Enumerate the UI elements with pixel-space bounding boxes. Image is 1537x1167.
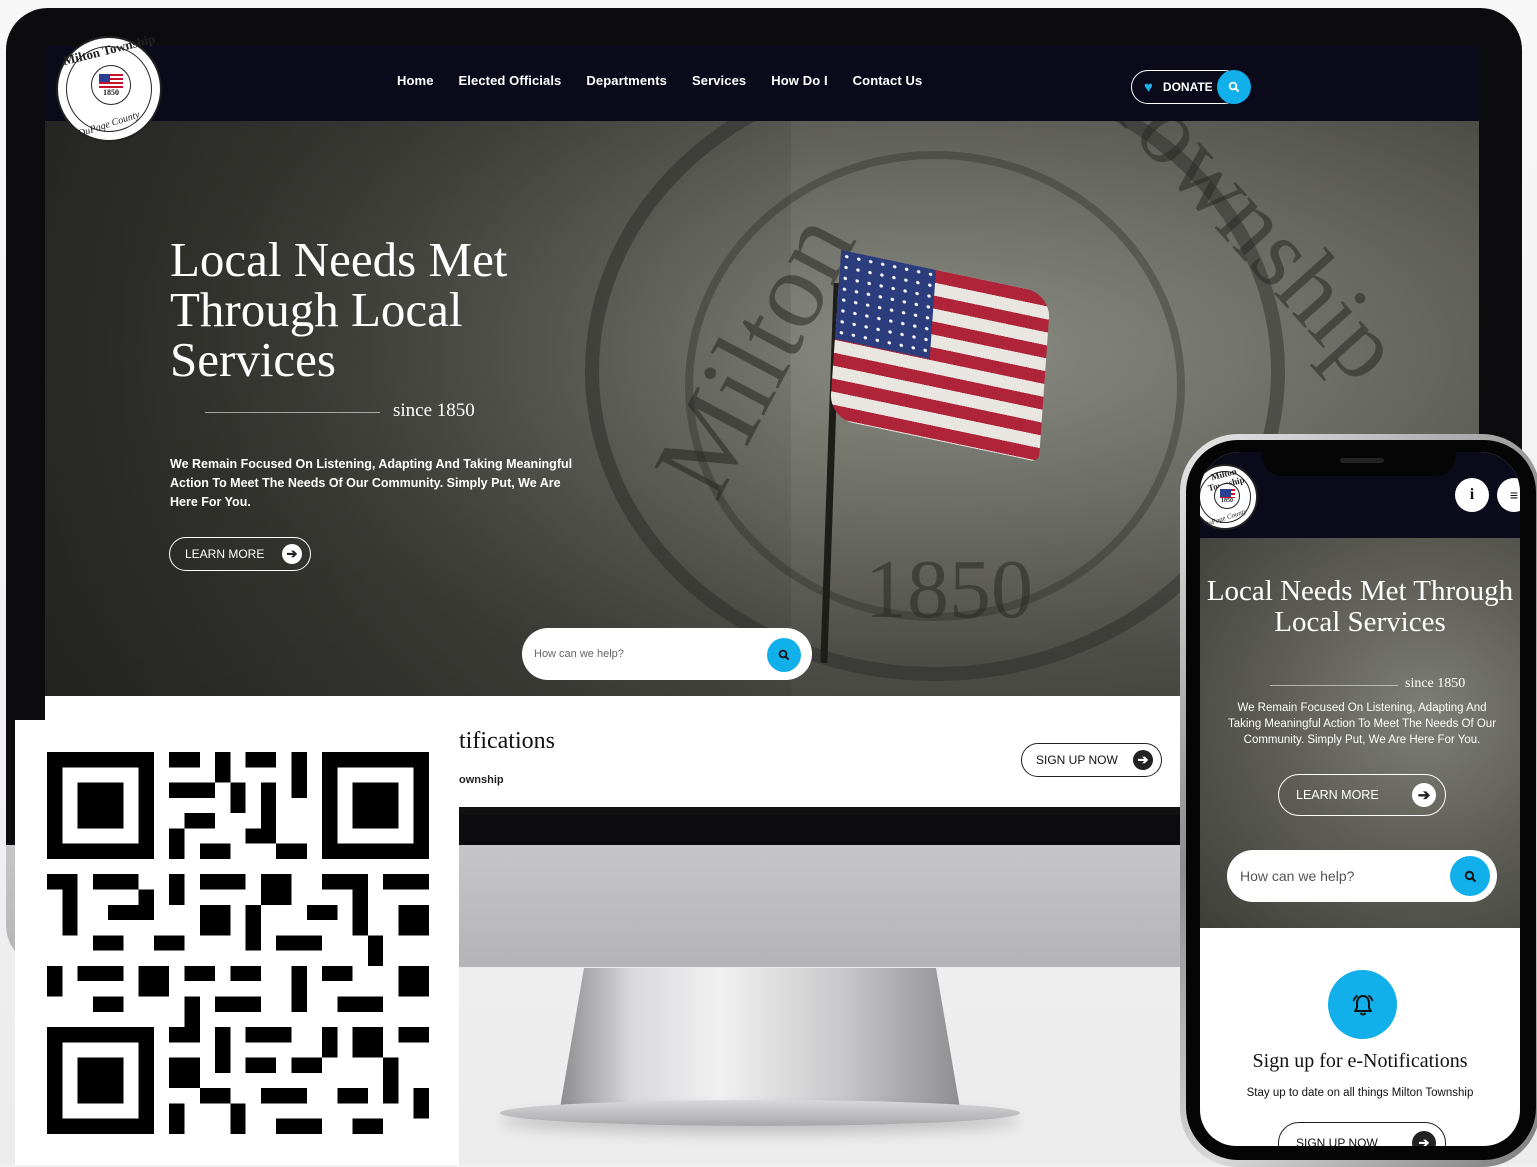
search-icon[interactable] xyxy=(1450,856,1490,896)
flag-icon xyxy=(1219,488,1235,498)
info-icon[interactable]: i xyxy=(1455,478,1489,512)
arrow-right-icon: ➔ xyxy=(1133,750,1153,770)
hero-since: since 1850 xyxy=(393,400,475,421)
sign-up-label: SIGN UP NOW xyxy=(1036,753,1118,767)
arrow-right-icon: ➔ xyxy=(1412,783,1436,807)
mobile-notification-subtitle: Stay up to date on all things Milton Tow… xyxy=(1246,1087,1474,1099)
mobile-sign-up-button[interactable]: SIGN UP NOW ➔ xyxy=(1278,1122,1446,1146)
search-icon[interactable] xyxy=(1217,70,1251,104)
nav-contact-us[interactable]: Contact Us xyxy=(853,73,923,88)
mobile-hero-title: Local Needs Met Through Local Services xyxy=(1206,575,1514,638)
learn-more-label: LEARN MORE xyxy=(185,547,265,561)
township-seal-logo[interactable]: Milton Township 1850 DuPage County xyxy=(56,31,162,142)
heart-icon: ♥ xyxy=(1144,78,1153,96)
notification-title: tifications xyxy=(459,728,555,754)
divider xyxy=(205,412,380,413)
learn-more-label: LEARN MORE xyxy=(1296,788,1379,802)
nav-departments[interactable]: Departments xyxy=(586,73,667,88)
mobile-notification-title: Sign up for e-Notifications xyxy=(1252,1050,1468,1072)
learn-more-button[interactable]: LEARN MORE ➔ xyxy=(169,537,311,571)
phone-screen: Milton Township 1850 DuPage County i ≡ L… xyxy=(1200,452,1520,1146)
phone-speaker xyxy=(1340,458,1384,463)
mobile-hero-description: We Remain Focused On Listening, Adapting… xyxy=(1227,702,1497,746)
bell-icon xyxy=(1328,970,1397,1039)
mobile-search-field[interactable]: How can we help? xyxy=(1227,850,1497,902)
mobile-hero: Local Needs Met Through Local Services s… xyxy=(1200,538,1520,928)
monitor-stand-base xyxy=(500,1100,1020,1126)
nav-elected-officials[interactable]: Elected Officials xyxy=(459,73,562,88)
mobile-hero-since: since 1850 xyxy=(1405,676,1466,691)
nav-services[interactable]: Services xyxy=(692,73,746,88)
seal-center: 1850 xyxy=(1214,483,1240,509)
flag-icon xyxy=(99,73,123,88)
sign-up-label: SIGN UP NOW xyxy=(1296,1136,1378,1146)
hero-title: Local Needs Met Through Local Services xyxy=(170,232,508,387)
nav-links: Home Elected Officials Departments Servi… xyxy=(397,73,922,88)
arrow-right-icon: ➔ xyxy=(282,544,302,564)
township-seal-logo[interactable]: Milton Township 1850 DuPage County xyxy=(1200,464,1258,530)
nav-home[interactable]: Home xyxy=(397,73,434,88)
seal-year: 1850 xyxy=(103,87,119,97)
search-placeholder: How can we help? xyxy=(534,648,624,660)
notification-subtitle: ownship xyxy=(459,774,504,786)
divider xyxy=(1270,685,1398,686)
menu-icon[interactable]: ≡ xyxy=(1497,478,1520,512)
mobile-learn-more-button[interactable]: LEARN MORE ➔ xyxy=(1278,774,1446,816)
qr-code xyxy=(47,752,429,1134)
search-icon[interactable] xyxy=(767,638,801,672)
hero-description: We Remain Focused On Listening, Adapting… xyxy=(170,457,573,509)
desktop-nav-bar: Home Elected Officials Departments Servi… xyxy=(45,45,1479,121)
seal-center: 1850 xyxy=(91,65,131,105)
donate-label: DONATE xyxy=(1162,80,1213,94)
nav-how-do-i[interactable]: How Do I xyxy=(771,73,827,88)
seal-year: 1850 xyxy=(1221,497,1233,504)
arrow-right-icon: ➔ xyxy=(1412,1131,1436,1146)
search-placeholder: How can we help? xyxy=(1240,868,1355,884)
hero-bg-year: 1850 xyxy=(865,543,1033,636)
monitor-stand xyxy=(560,968,960,1108)
hero-search-field[interactable]: How can we help? xyxy=(522,628,812,680)
sign-up-button[interactable]: SIGN UP NOW ➔ xyxy=(1021,743,1162,777)
